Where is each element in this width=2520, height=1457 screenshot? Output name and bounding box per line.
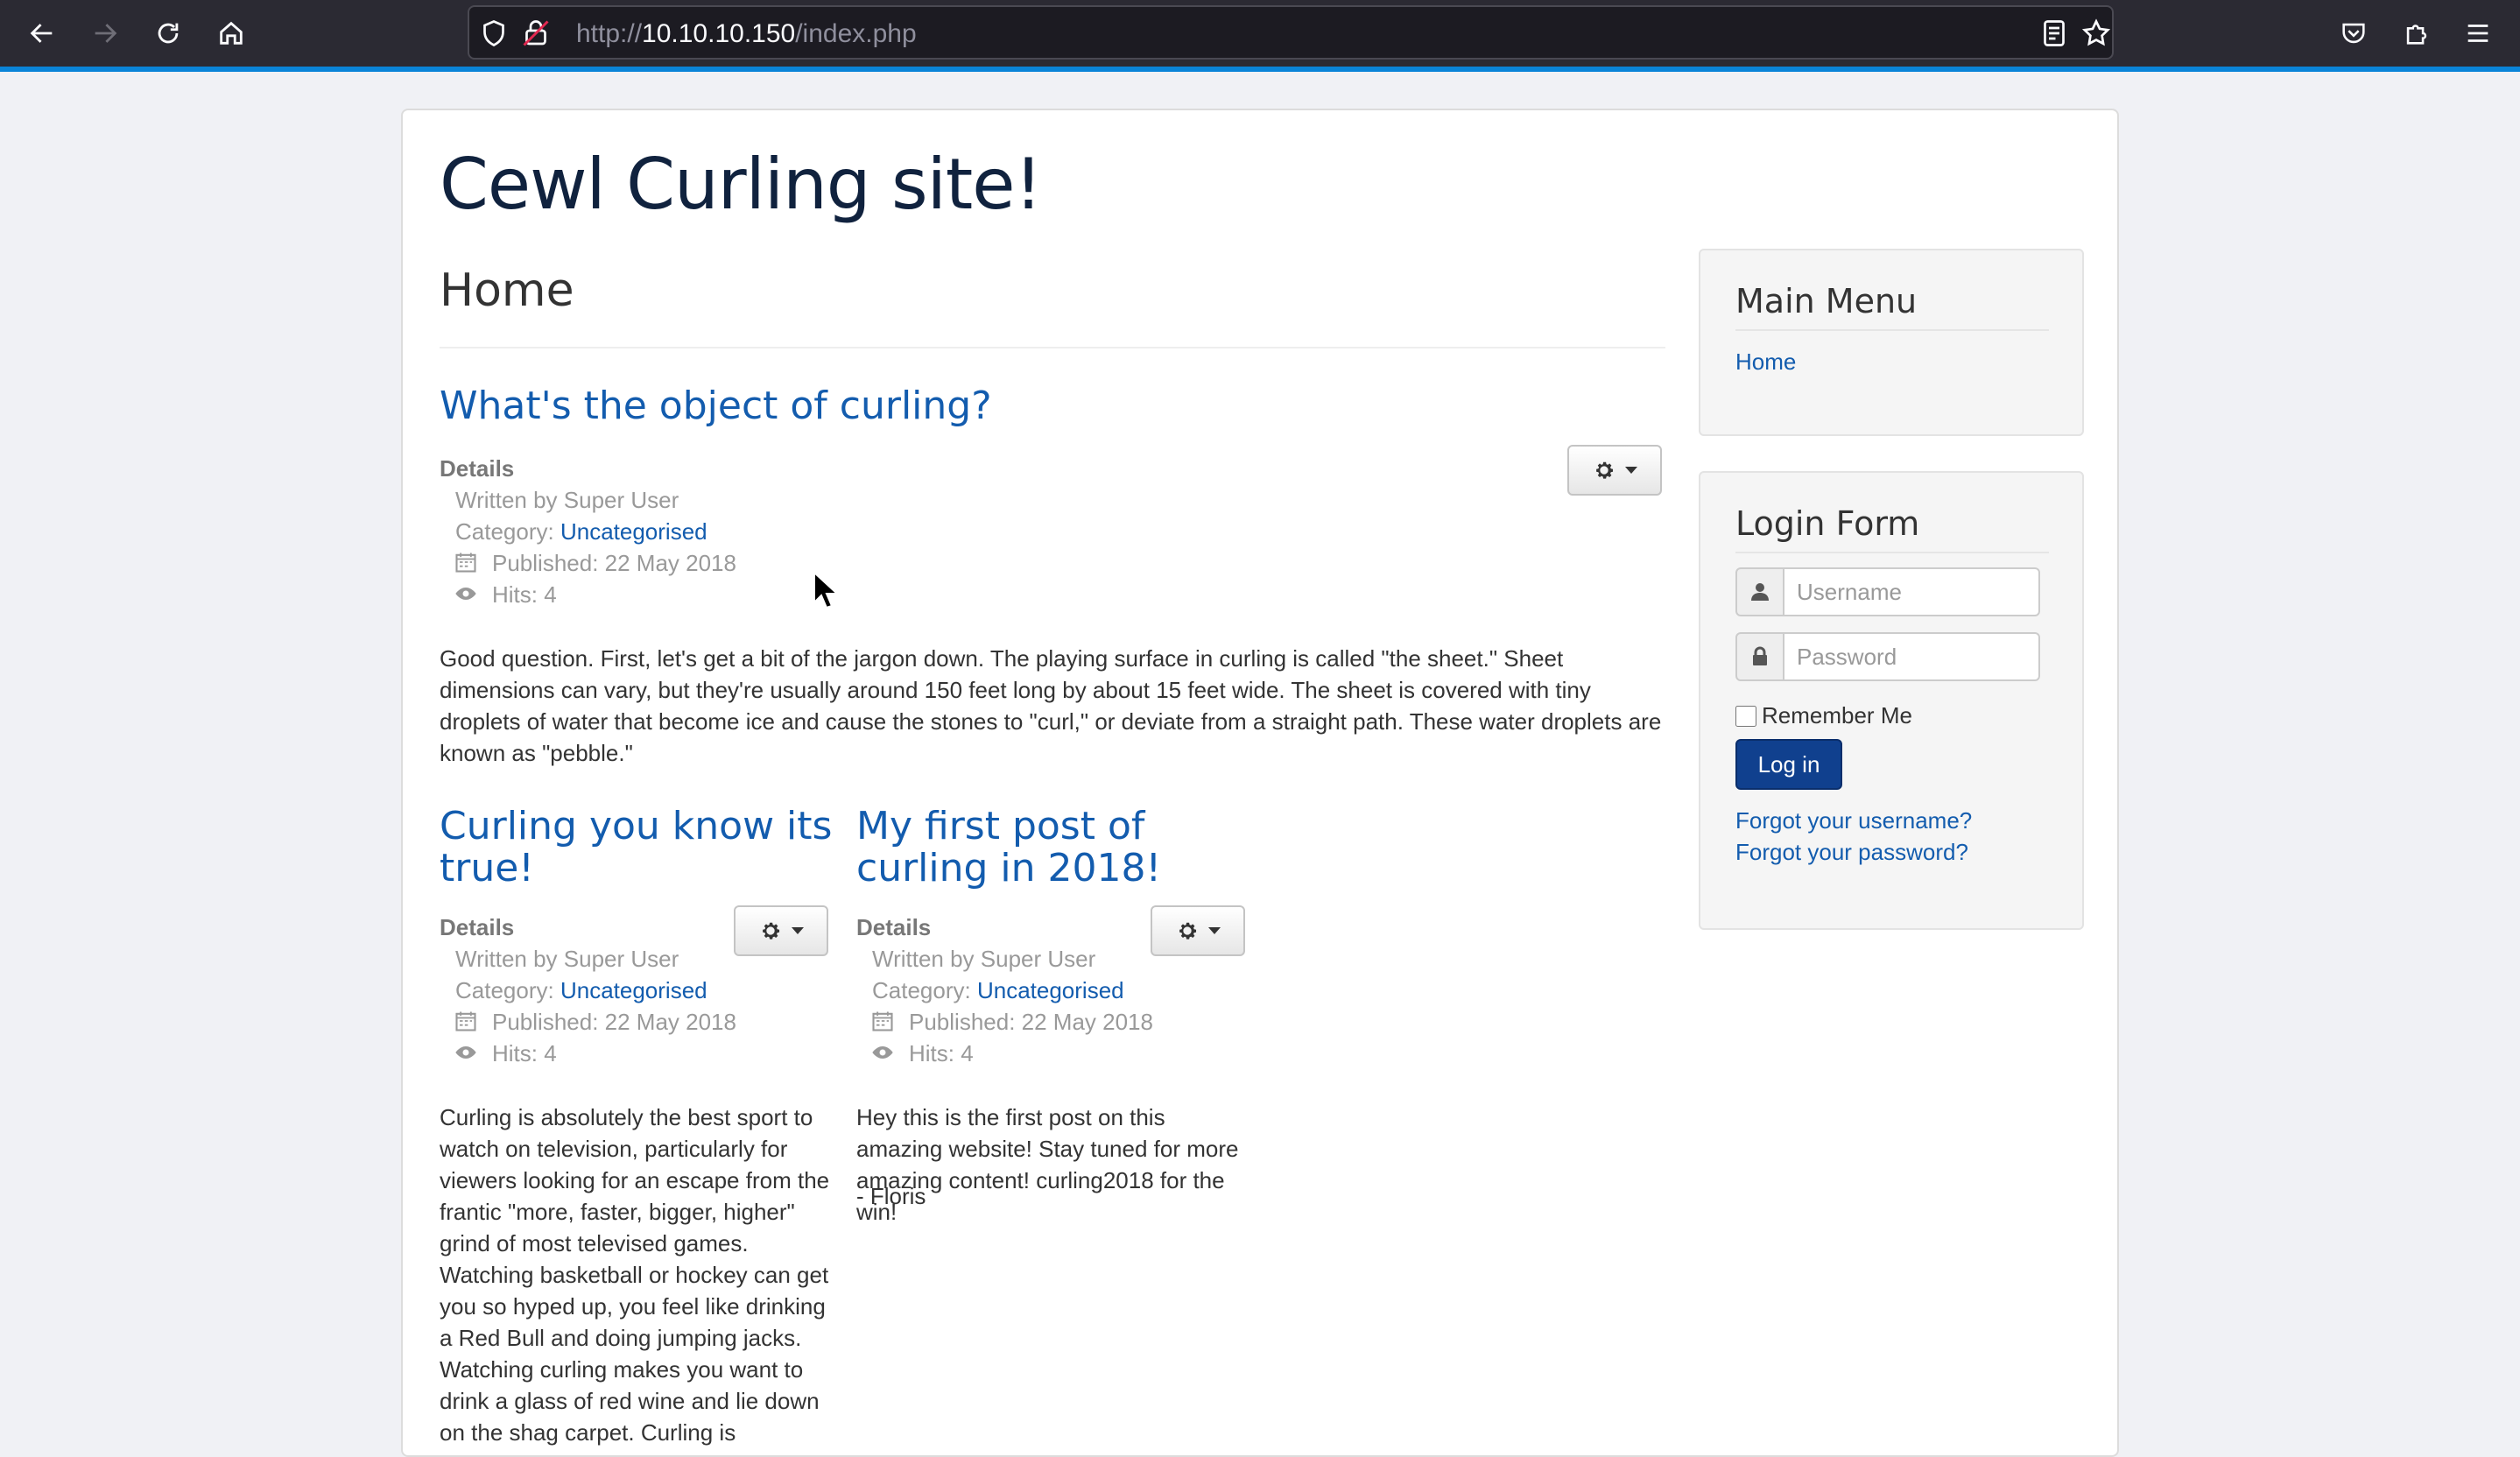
- insecure-lock-icon[interactable]: [520, 18, 552, 49]
- eye-icon: [870, 1040, 895, 1065]
- home-icon: [220, 21, 243, 45]
- calendar-icon: [454, 550, 478, 574]
- url-host: 10.10.10.150: [642, 19, 796, 48]
- details-label: Details: [440, 455, 515, 482]
- module-divider: [1735, 329, 2049, 331]
- category-label: Category:: [872, 977, 977, 1003]
- password-input-group: [1735, 632, 2040, 681]
- log-in-button[interactable]: Log in: [1735, 739, 1842, 790]
- back-button[interactable]: [21, 12, 63, 54]
- article-author: Written by Super User: [455, 946, 679, 972]
- category-link[interactable]: Uncategorised: [560, 977, 707, 1003]
- caret-down-icon: [792, 927, 804, 934]
- main-menu-module: Main Menu Home: [1699, 249, 2084, 436]
- article-author: Written by Super User: [872, 946, 1096, 972]
- article-body: Good question. First, let's get a bit of…: [440, 645, 1662, 766]
- menu-item-home[interactable]: Home: [1735, 348, 1796, 376]
- remember-me-row[interactable]: Remember Me: [1735, 702, 1912, 729]
- login-form-title: Login Form: [1735, 504, 1920, 543]
- pocket-icon: [2342, 23, 2365, 44]
- tracking-protection-shield-icon[interactable]: [478, 18, 510, 49]
- puzzle-piece-icon: [2406, 25, 2427, 45]
- page-heading: Home: [440, 264, 574, 317]
- browser-toolbar: http://10.10.10.150/index.php: [0, 0, 2520, 72]
- forward-arrow-icon: [95, 24, 117, 43]
- reader-view-icon[interactable]: [2038, 18, 2070, 49]
- pocket-button[interactable]: [2333, 12, 2375, 54]
- password-input[interactable]: [1783, 632, 2040, 681]
- details-label: Details: [440, 914, 515, 940]
- article-published-date: Published: 22 May 2018: [492, 550, 736, 576]
- mouse-cursor-icon: [813, 571, 839, 609]
- hamburger-menu-icon: [2467, 25, 2488, 42]
- lock-icon: [1735, 632, 1784, 681]
- caret-down-icon: [1625, 467, 1637, 474]
- article-author: Written by Super User: [455, 487, 679, 513]
- article-title[interactable]: Curling you know its true!: [440, 806, 842, 890]
- module-divider: [1735, 552, 2049, 553]
- main-menu-title: Main Menu: [1735, 282, 1918, 320]
- reload-icon: [158, 23, 179, 44]
- eye-icon: [454, 581, 478, 606]
- forgot-username-link[interactable]: Forgot your username?: [1735, 807, 1972, 834]
- article-published-date: Published: 22 May 2018: [492, 1009, 736, 1035]
- category-label: Category:: [455, 518, 560, 545]
- article-options-button[interactable]: [1567, 445, 1662, 496]
- bookmark-star-icon[interactable]: [2080, 18, 2112, 49]
- url-prefix: http://: [576, 19, 643, 48]
- calendar-icon: [454, 1009, 478, 1033]
- category-link[interactable]: Uncategorised: [977, 977, 1124, 1003]
- article-category: Category: Uncategorised: [872, 977, 1124, 1004]
- url-text[interactable]: http://10.10.10.150/index.php: [576, 19, 917, 49]
- article-category: Category: Uncategorised: [455, 518, 707, 545]
- article-options-button[interactable]: [1151, 905, 1245, 956]
- article-hits: Hits: 4: [492, 1040, 557, 1066]
- article-published-date: Published: 22 May 2018: [909, 1009, 1153, 1035]
- forgot-password-link[interactable]: Forgot your password?: [1735, 839, 1968, 866]
- remember-me-checkbox[interactable]: [1735, 705, 1756, 727]
- article-category: Category: Uncategorised: [455, 977, 707, 1004]
- gear-icon: [763, 922, 780, 940]
- back-arrow-icon: [30, 24, 53, 43]
- calendar-icon: [870, 1009, 895, 1033]
- home-button[interactable]: [210, 12, 252, 54]
- article-title[interactable]: What's the object of curling?: [440, 385, 992, 427]
- gear-icon: [1179, 922, 1197, 940]
- extensions-button[interactable]: [2396, 12, 2438, 54]
- eye-icon: [454, 1040, 478, 1065]
- address-bar[interactable]: http://10.10.10.150/index.php: [468, 5, 2114, 60]
- category-label: Category:: [455, 977, 560, 1003]
- gear-icon: [1596, 461, 1614, 479]
- app-menu-button[interactable]: [2457, 12, 2499, 54]
- article-hits: Hits: 4: [909, 1040, 974, 1066]
- login-form-module: Login Form Remember Me Log in Forgot you…: [1699, 471, 2084, 930]
- forward-button[interactable]: [84, 12, 126, 54]
- reload-button[interactable]: [147, 12, 189, 54]
- site-title[interactable]: Cewl Curling site!: [440, 144, 1043, 225]
- details-label: Details: [856, 914, 932, 940]
- heading-divider: [440, 347, 1665, 348]
- username-input[interactable]: [1783, 567, 2040, 616]
- article-title[interactable]: My first post of curling in 2018!: [856, 806, 1242, 890]
- article-body: Curling is absolutely the best sport to …: [440, 1104, 830, 1446]
- user-icon: [1735, 567, 1784, 616]
- remember-me-label: Remember Me: [1762, 702, 1912, 728]
- category-link[interactable]: Uncategorised: [560, 518, 707, 545]
- username-input-group: [1735, 567, 2040, 616]
- article-signature: - Floris: [856, 1183, 926, 1209]
- article-options-button[interactable]: [734, 905, 828, 956]
- caret-down-icon: [1208, 927, 1221, 934]
- page-container: Cewl Curling site! Home What's the objec…: [401, 109, 2119, 1457]
- url-path: /index.php: [795, 19, 917, 48]
- article-hits: Hits: 4: [492, 581, 557, 608]
